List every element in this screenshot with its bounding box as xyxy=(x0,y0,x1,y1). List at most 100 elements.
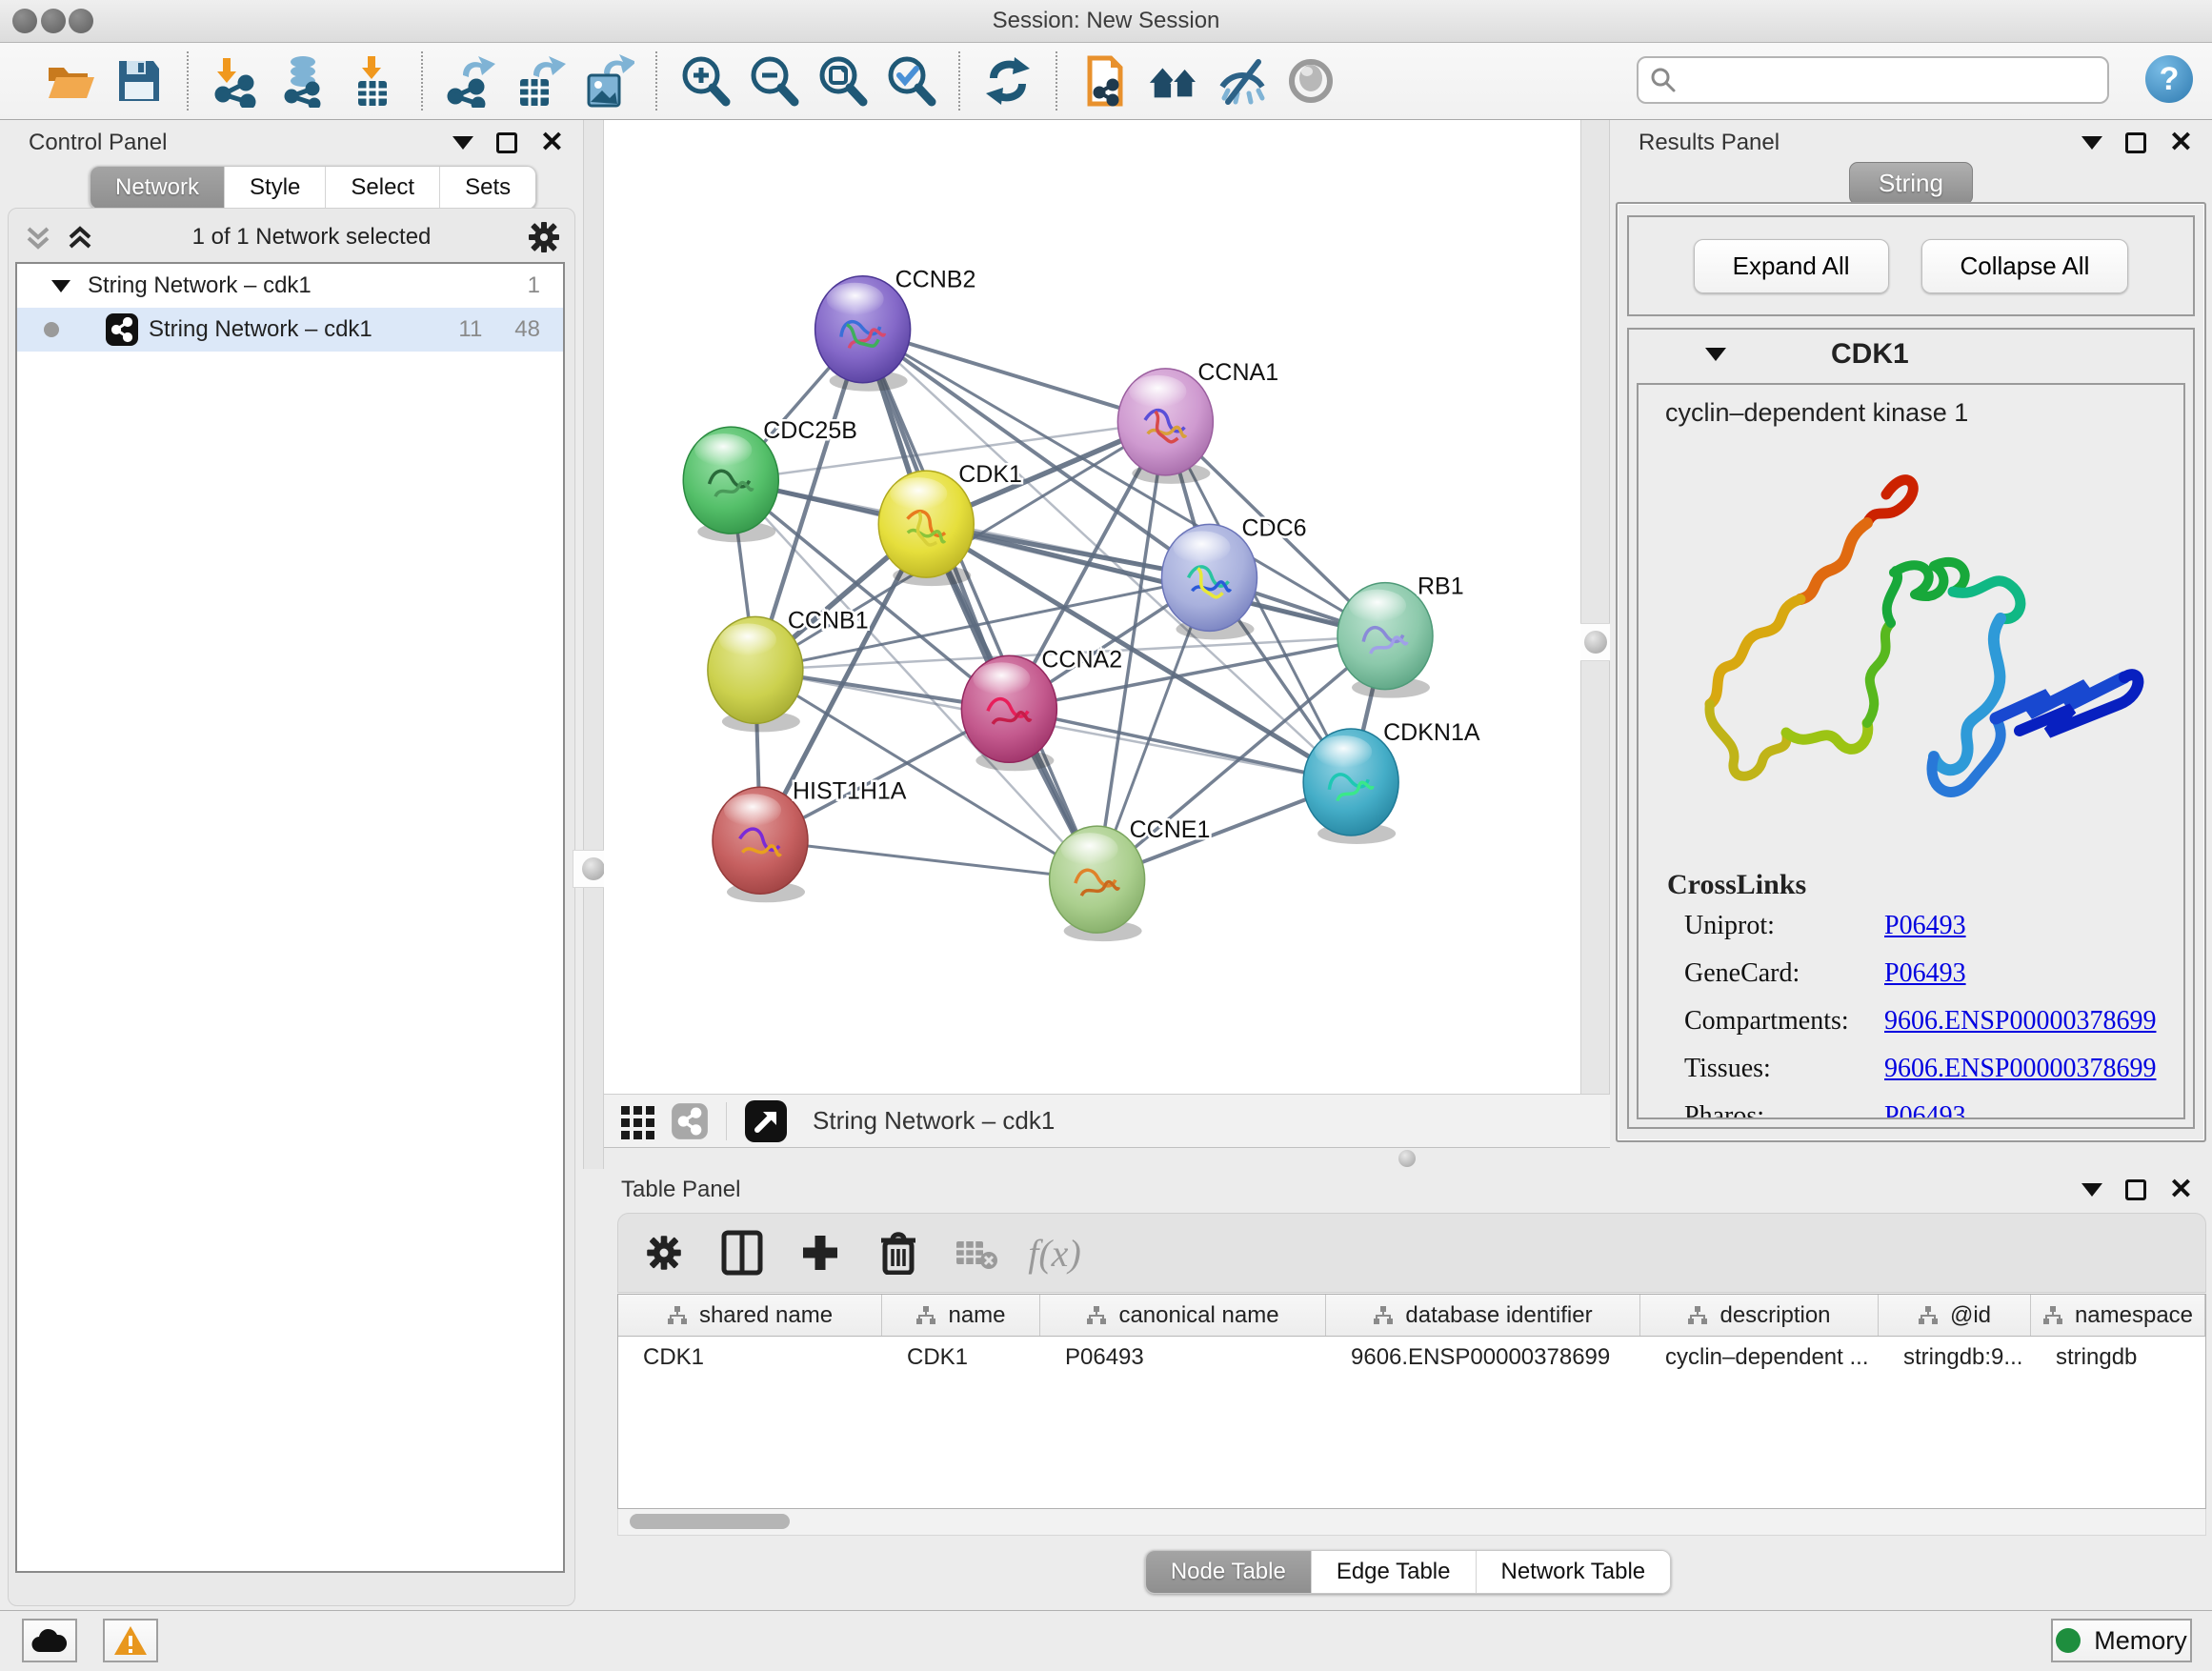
network-view-canvas[interactable]: CCNB2CCNA1CDC25BCDK1CDC6RB1CCNB1CCNA2CDK… xyxy=(604,120,1580,1094)
network-home-button[interactable] xyxy=(1146,53,1201,109)
gear-icon xyxy=(645,1234,683,1272)
import-network-file-button[interactable] xyxy=(209,53,264,109)
tab-select[interactable]: Select xyxy=(325,167,439,209)
column-header-namespace[interactable]: namespace xyxy=(2031,1295,2205,1336)
delete-table-button[interactable] xyxy=(952,1228,1001,1278)
tab-network[interactable]: Network xyxy=(90,167,224,209)
edge-CCNA2-CDKN1A[interactable] xyxy=(1009,709,1351,782)
show-graphics-details-button[interactable] xyxy=(1283,53,1338,109)
network-row[interactable]: String Network – cdk1 11 48 xyxy=(17,308,563,352)
cloud-status-button[interactable] xyxy=(22,1619,77,1662)
network-collection-row[interactable]: String Network – cdk1 1 xyxy=(17,264,563,308)
network-node-CCNB2[interactable]: CCNB2 xyxy=(815,267,976,392)
table-cell[interactable]: stringdb xyxy=(2031,1337,2205,1379)
network-grid-share-icon[interactable] xyxy=(671,1102,709,1140)
tab-network-table[interactable]: Network Table xyxy=(1476,1551,1671,1593)
node-result-header[interactable]: CDK1 xyxy=(1629,330,2193,379)
crosslink-link[interactable]: 9606.ENSP00000378699 xyxy=(1884,1054,2156,1084)
save-session-button[interactable] xyxy=(111,53,167,109)
crosslink-link[interactable]: P06493 xyxy=(1884,911,1966,941)
close-panel-icon[interactable]: ✕ xyxy=(2169,1179,2193,1200)
refresh-view-button[interactable] xyxy=(980,53,1036,109)
table-horizontal-scrollbar[interactable] xyxy=(617,1509,2206,1536)
tab-edge-table[interactable]: Edge Table xyxy=(1311,1551,1476,1593)
close-panel-icon[interactable]: ✕ xyxy=(540,132,564,153)
zoom-fit-button[interactable] xyxy=(814,53,870,109)
network-options-gear-icon[interactable] xyxy=(527,220,561,254)
open-session-button[interactable] xyxy=(43,53,98,109)
table-cell[interactable]: CDK1 xyxy=(882,1337,1040,1379)
network-node-RB1[interactable]: RB1 xyxy=(1337,574,1464,698)
table-cell[interactable]: stringdb:9... xyxy=(1879,1337,2031,1379)
zoom-out-button[interactable] xyxy=(746,53,801,109)
table-options-button[interactable] xyxy=(639,1228,689,1278)
network-node-CDKN1A[interactable]: CDKN1A xyxy=(1303,719,1480,844)
float-panel-icon[interactable] xyxy=(2125,132,2146,153)
edge-HIST1H1A-CCNE1[interactable] xyxy=(760,840,1097,879)
column-header-canonical-name[interactable]: canonical name xyxy=(1040,1295,1326,1336)
results-tab-string[interactable]: String xyxy=(1849,162,1973,205)
open-in-new-window-icon[interactable] xyxy=(744,1099,788,1143)
crosslink-link[interactable]: P06493 xyxy=(1884,1101,1966,1119)
hide-selected-button[interactable] xyxy=(1215,53,1270,109)
import-network-database-button[interactable] xyxy=(277,53,332,109)
network-node-count: 11 xyxy=(458,316,482,343)
table-cell[interactable]: 9606.ENSP00000378699 xyxy=(1326,1337,1640,1379)
table-cell[interactable]: cyclin–dependent ... xyxy=(1640,1337,1879,1379)
column-header-name[interactable]: name xyxy=(882,1295,1040,1336)
horizontal-splitter-handle[interactable] xyxy=(1398,1150,1416,1167)
warnings-button[interactable] xyxy=(103,1619,158,1662)
expand-all-networks-icon[interactable] xyxy=(64,221,96,253)
column-header--id[interactable]: @id xyxy=(1879,1295,2031,1336)
string-import-button[interactable] xyxy=(1077,53,1133,109)
close-panel-icon[interactable]: ✕ xyxy=(2169,132,2193,153)
table-cell[interactable]: P06493 xyxy=(1040,1337,1326,1379)
show-columns-button[interactable] xyxy=(717,1228,767,1278)
zoom-in-button[interactable] xyxy=(677,53,733,109)
export-image-button[interactable] xyxy=(580,53,635,109)
network-node-CCNE1[interactable]: CCNE1 xyxy=(1050,816,1211,941)
network-graph[interactable]: CCNB2CCNA1CDC25BCDK1CDC6RB1CCNB1CCNA2CDK… xyxy=(604,120,1580,1094)
memory-button[interactable]: Memory xyxy=(2051,1619,2192,1662)
crosslink-link[interactable]: P06493 xyxy=(1884,958,1966,989)
delete-column-button[interactable] xyxy=(874,1228,923,1278)
collection-expand-icon[interactable] xyxy=(51,280,70,292)
help-button[interactable]: ? xyxy=(2145,55,2193,103)
float-panel-icon[interactable] xyxy=(2125,1179,2146,1200)
search-icon xyxy=(1650,67,1677,93)
collapse-all-networks-icon[interactable] xyxy=(22,221,54,253)
collapse-panel-icon[interactable] xyxy=(2081,1183,2102,1197)
node-result-body: cyclin–dependent kinase 1 xyxy=(1637,383,2185,1119)
search-input[interactable] xyxy=(1677,66,2086,94)
network-node-CCNA1[interactable]: CCNA1 xyxy=(1117,359,1278,484)
import-table-file-button[interactable] xyxy=(346,53,401,109)
scrollbar-thumb[interactable] xyxy=(630,1514,790,1529)
collapse-panel-icon[interactable] xyxy=(2081,136,2102,150)
column-header-description[interactable]: description xyxy=(1640,1295,1879,1336)
column-header-database-identifier[interactable]: database identifier xyxy=(1326,1295,1640,1336)
table-header-row: shared namenamecanonical namedatabase id… xyxy=(618,1295,2205,1337)
crosslink-link[interactable]: 9606.ENSP00000378699 xyxy=(1884,1006,2156,1037)
add-column-button[interactable] xyxy=(795,1228,845,1278)
left-splitter[interactable] xyxy=(583,120,604,1169)
zoom-selected-button[interactable] xyxy=(883,53,938,109)
expand-all-button[interactable]: Expand All xyxy=(1694,239,1889,293)
collapse-panel-icon[interactable] xyxy=(452,136,473,150)
network-node-CCNB1[interactable]: CCNB1 xyxy=(708,607,869,732)
network-node-HIST1H1A[interactable]: HIST1H1A xyxy=(713,777,907,902)
export-network-button[interactable] xyxy=(443,53,498,109)
table-cell[interactable]: CDK1 xyxy=(618,1337,882,1379)
export-table-button[interactable] xyxy=(512,53,567,109)
import-table-icon xyxy=(347,54,400,108)
collapse-all-button[interactable]: Collapse All xyxy=(1921,239,2129,293)
column-header-shared-name[interactable]: shared name xyxy=(618,1295,882,1336)
tab-node-table[interactable]: Node Table xyxy=(1146,1551,1311,1593)
function-builder-button[interactable]: f(x) xyxy=(1030,1228,1079,1278)
float-panel-icon[interactable] xyxy=(496,132,517,153)
tab-sets[interactable]: Sets xyxy=(439,167,535,209)
entry-collapse-icon[interactable] xyxy=(1705,348,1726,361)
tab-style[interactable]: Style xyxy=(224,167,325,209)
birds-eye-grid-icon[interactable] xyxy=(619,1102,657,1140)
table-row[interactable]: CDK1CDK1P064939606.ENSP00000378699cyclin… xyxy=(618,1337,2205,1379)
right-splitter[interactable] xyxy=(1580,120,1610,1169)
